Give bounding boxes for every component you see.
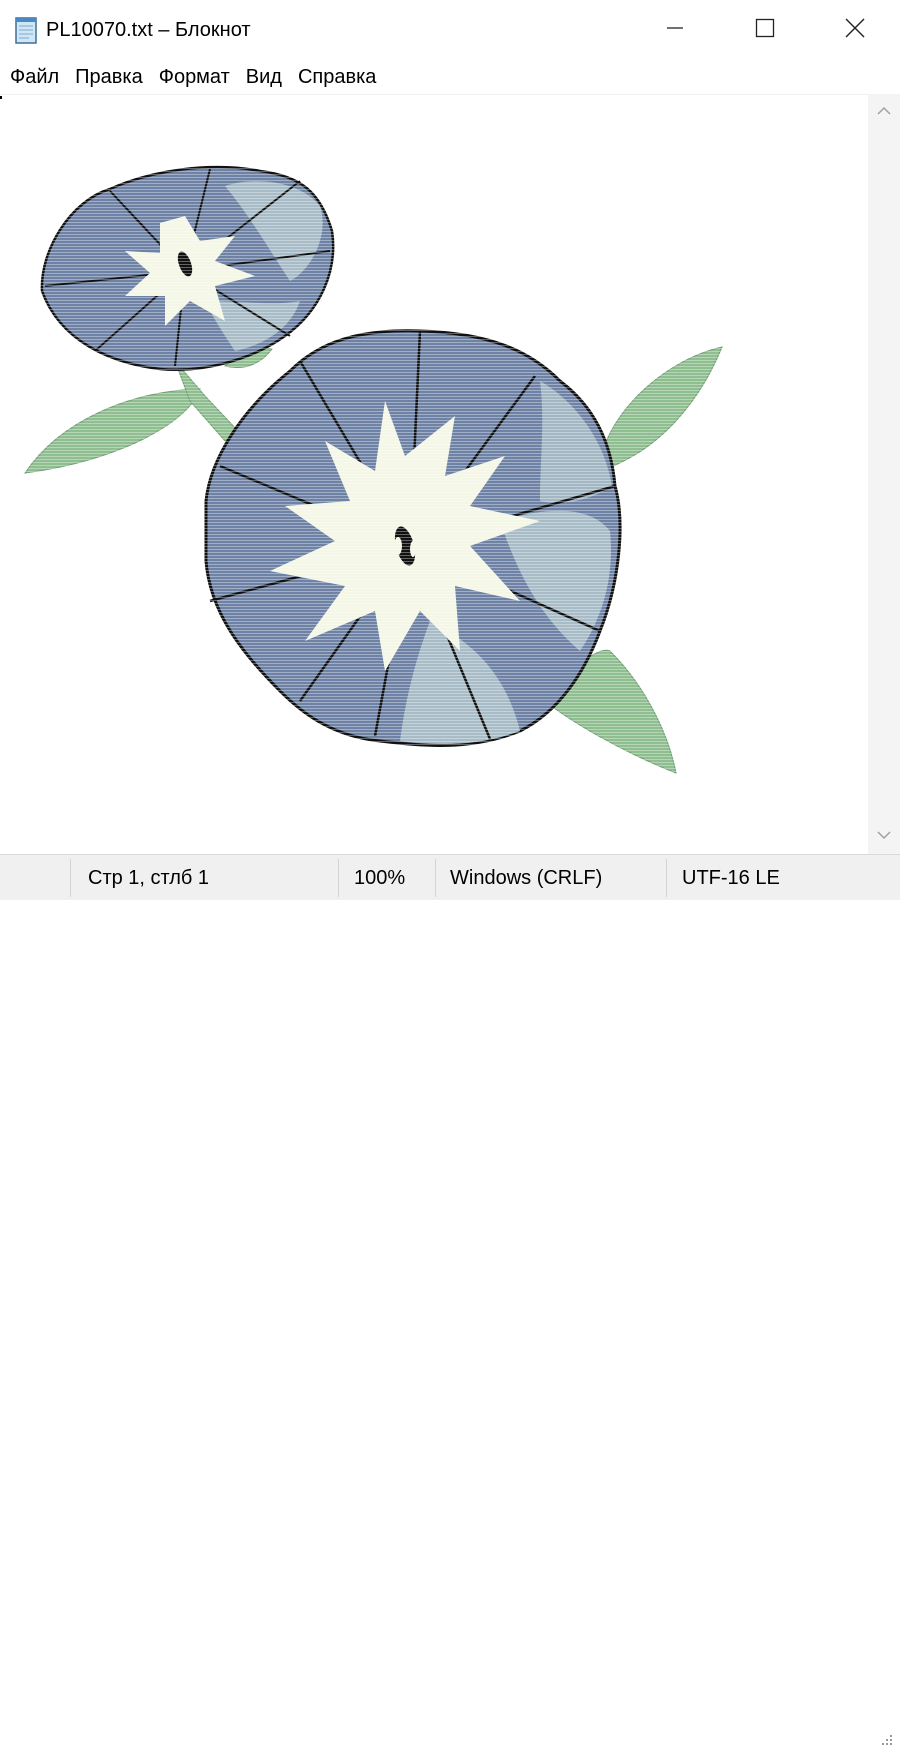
title-bar: PL10070.txt – Блокнот <box>0 0 900 60</box>
menu-help[interactable]: Справка <box>290 60 384 94</box>
scroll-up-button[interactable] <box>868 94 900 130</box>
zoom-level: 100% <box>354 867 406 889</box>
status-divider <box>338 859 339 897</box>
resize-grip-icon[interactable] <box>876 1729 896 1749</box>
maximize-button[interactable] <box>720 0 810 60</box>
close-icon <box>844 17 866 44</box>
chevron-up-icon <box>877 103 891 121</box>
minimize-button[interactable] <box>630 0 720 60</box>
maximize-icon <box>754 17 776 44</box>
scroll-down-button[interactable] <box>868 818 900 854</box>
text-editor-area[interactable] <box>0 94 868 855</box>
menu-bar: Файл Правка Формат Вид Справка <box>0 60 900 94</box>
close-button[interactable] <box>810 0 900 60</box>
morning-glory-illustration <box>0 95 868 855</box>
status-divider <box>70 859 71 897</box>
vertical-scrollbar[interactable] <box>868 94 900 854</box>
menu-file[interactable]: Файл <box>0 60 67 94</box>
menu-edit[interactable]: Правка <box>67 60 151 94</box>
window-title: PL10070.txt – Блокнот <box>46 19 251 41</box>
text-caret <box>0 96 2 99</box>
menu-format[interactable]: Формат <box>151 60 238 94</box>
notepad-icon <box>14 15 40 45</box>
minimize-icon <box>665 18 685 43</box>
chevron-down-icon <box>877 827 891 845</box>
status-divider <box>435 859 436 897</box>
status-bar: Стр 1, стлб 1 100% Windows (CRLF) UTF-16… <box>0 854 900 1745</box>
status-divider <box>666 859 667 897</box>
line-ending: Windows (CRLF) <box>450 867 603 889</box>
cursor-position: Стр 1, стлб 1 <box>88 867 210 889</box>
menu-view[interactable]: Вид <box>238 60 290 94</box>
encoding: UTF-16 LE <box>682 867 780 889</box>
